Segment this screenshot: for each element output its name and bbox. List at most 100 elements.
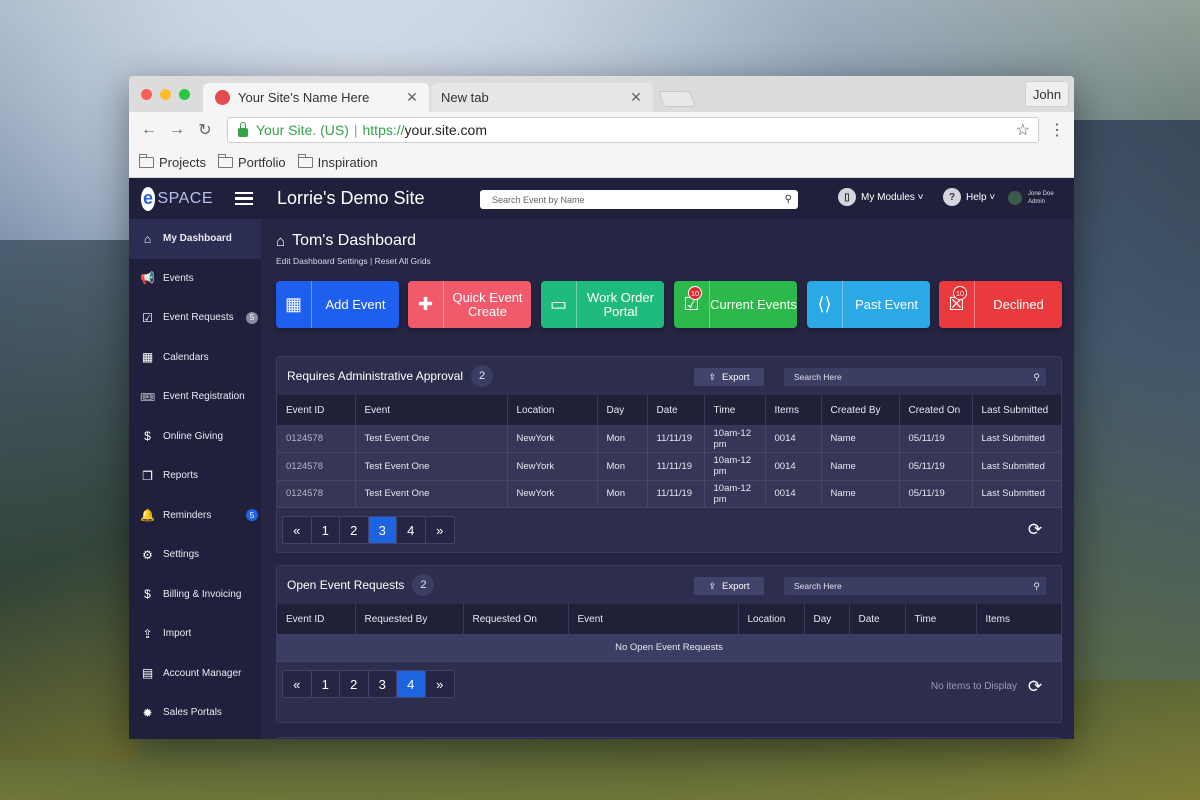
pager-prev-button[interactable]: « bbox=[283, 671, 312, 697]
sidebar-item-event-registration[interactable]: 🎟 Event Registration bbox=[129, 377, 261, 417]
open-requests-panel: Open Event Requests 2 ⇪ Export Search Her… bbox=[276, 565, 1062, 723]
sidebar-item-events[interactable]: 📢 Events bbox=[129, 259, 261, 299]
bookmark-star-icon[interactable]: ☆ bbox=[1016, 120, 1030, 140]
sidebar-item-settings[interactable]: ⚙ Settings bbox=[129, 535, 261, 575]
sidebar-item-event-requests[interactable]: ☑ Event Requests 5 bbox=[129, 298, 261, 338]
pager-page-button[interactable]: 3 bbox=[368, 517, 397, 543]
pager-page-button[interactable]: 1 bbox=[312, 517, 340, 543]
column-header[interactable]: Requested On bbox=[463, 604, 569, 634]
menu-kebab-icon[interactable]: ⋮ bbox=[1049, 120, 1065, 140]
pager-page-button[interactable]: 2 bbox=[340, 671, 369, 697]
user-menu[interactable]: Jone Doe Admin bbox=[1008, 190, 1054, 206]
sidebar-item-account-manager[interactable]: ▤ Account Manager bbox=[129, 654, 261, 694]
table-row[interactable]: 0124578 Test Event One NewYork Mon 11/11/19 1… bbox=[277, 452, 1062, 481]
column-header[interactable]: Event bbox=[568, 604, 739, 634]
bookmark-projects[interactable]: Projects bbox=[139, 154, 206, 170]
declined-button[interactable]: ☒ 10 Declined bbox=[939, 281, 1062, 328]
back-arrow-icon[interactable]: ← bbox=[137, 121, 161, 139]
column-header[interactable]: Requested By bbox=[355, 604, 464, 634]
table-header-row: Event ID Event Location Day Date Time Items Cre… bbox=[277, 395, 1062, 425]
past-event-button[interactable]: ⟨⟩ Past Event bbox=[807, 281, 930, 328]
export-button[interactable]: ⇪ Export bbox=[694, 368, 764, 386]
sidebar-item-my-dashboard[interactable]: ⌂ My Dashboard bbox=[129, 219, 261, 259]
column-header[interactable]: Items bbox=[976, 604, 1062, 634]
table-row[interactable]: 0124578 Test Event One NewYork Mon 11/11/19 1… bbox=[277, 425, 1062, 453]
dashboard-links[interactable]: Edit Dashboard Settings | Reset All Grid… bbox=[276, 256, 1062, 266]
count-badge: 5 bbox=[246, 311, 258, 324]
column-header[interactable]: Date bbox=[849, 604, 906, 634]
x-calendar-icon: ☒ 10 bbox=[939, 281, 975, 328]
column-header[interactable]: Event bbox=[355, 395, 508, 425]
tab-new[interactable]: New tab ✕ bbox=[431, 83, 653, 112]
sidebar-item-calendars[interactable]: ▦ Calendars bbox=[129, 338, 261, 378]
search-icon[interactable]: ⚲ bbox=[1033, 372, 1040, 383]
hamburger-menu-icon[interactable] bbox=[235, 191, 253, 206]
count-badge: 2 bbox=[471, 365, 494, 387]
pager-page-button[interactable]: 1 bbox=[312, 671, 340, 697]
column-header[interactable]: Location bbox=[507, 395, 598, 425]
sidebar-item-reports[interactable]: ❐ Reports bbox=[129, 456, 261, 496]
pager-prev-button[interactable]: « bbox=[283, 517, 312, 543]
bookmark-label: Projects bbox=[159, 155, 206, 170]
column-header[interactable]: Event ID bbox=[277, 395, 356, 425]
column-header[interactable]: Last Submitted bbox=[972, 395, 1062, 425]
refresh-icon[interactable]: ⟳ bbox=[1025, 520, 1045, 540]
pager-page-button[interactable]: 2 bbox=[340, 517, 369, 543]
tab-site[interactable]: Your Site's Name Here ✕ bbox=[203, 83, 429, 112]
work-order-portal-button[interactable]: ▭ Work Order Portal bbox=[541, 281, 664, 328]
column-header[interactable]: Location bbox=[738, 604, 805, 634]
column-header[interactable]: Time bbox=[704, 395, 766, 425]
sidebar-item-billing[interactable]: $ Billing & Invoicing bbox=[129, 575, 261, 615]
quick-event-create-button[interactable]: ✚ Quick Event Create bbox=[408, 281, 531, 328]
current-events-button[interactable]: ☑ 10 Current Events bbox=[674, 281, 797, 328]
pager-page-button[interactable]: 4 bbox=[397, 671, 426, 697]
search-icon[interactable]: ⚲ bbox=[785, 194, 792, 205]
pager-page-button[interactable]: 4 bbox=[397, 517, 426, 543]
column-header[interactable]: Day bbox=[804, 604, 850, 634]
pager-next-button[interactable]: » bbox=[426, 671, 455, 697]
column-header[interactable]: Time bbox=[905, 604, 977, 634]
bookmark-inspiration[interactable]: Inspiration bbox=[297, 154, 378, 170]
column-header[interactable]: Date bbox=[647, 395, 705, 425]
tab-title: New tab bbox=[441, 90, 489, 105]
export-button[interactable]: ⇪ Export bbox=[694, 577, 764, 595]
column-header[interactable]: Event ID bbox=[277, 604, 356, 634]
browser-toolbar: ← → ↻ Your Site. (US) | https:// your.si… bbox=[129, 112, 1074, 148]
sidebar-item-import[interactable]: ⇪ Import bbox=[129, 614, 261, 654]
sidebar-item-label: Event Requests bbox=[163, 312, 234, 324]
add-event-button[interactable]: ▦ Add Event bbox=[276, 281, 399, 328]
forward-arrow-icon[interactable]: → bbox=[165, 121, 189, 139]
pager-next-button[interactable]: » bbox=[426, 517, 455, 543]
sidebar-item-sales-portals[interactable]: ✹ Sales Portals bbox=[129, 693, 261, 733]
grid-search-input[interactable]: Search Here ⚲ bbox=[784, 577, 1046, 595]
minimize-window-button[interactable] bbox=[160, 89, 171, 100]
close-tab-icon[interactable]: ✕ bbox=[627, 89, 645, 106]
table-row[interactable]: 0124578 Test Event One NewYork Mon 11/11/19 1… bbox=[277, 480, 1062, 508]
sidebar-item-online-giving[interactable]: $ Online Giving bbox=[129, 417, 261, 457]
address-bar[interactable]: Your Site. (US) | https:// your.site.com… bbox=[227, 117, 1039, 143]
event-search-input[interactable]: Search Event by Name ⚲ bbox=[480, 190, 798, 209]
column-header[interactable]: Created By bbox=[821, 395, 900, 425]
open-requests-table: Event ID Requested By Requested On Event Loc… bbox=[277, 604, 1062, 662]
sidebar-item-reminders[interactable]: 🔔 Reminders 5 bbox=[129, 496, 261, 536]
profile-button[interactable]: John bbox=[1025, 81, 1069, 107]
refresh-icon[interactable]: ⟳ bbox=[1025, 677, 1045, 697]
bookmark-portfolio[interactable]: Portfolio bbox=[217, 154, 286, 170]
checkbox-calendar-icon: ☑ bbox=[142, 310, 153, 325]
espace-logo[interactable]: e SPACE bbox=[141, 186, 213, 212]
pager-page-button[interactable]: 3 bbox=[369, 671, 397, 697]
close-window-button[interactable] bbox=[141, 89, 152, 100]
maximize-window-button[interactable] bbox=[179, 89, 190, 100]
column-header[interactable]: Created On bbox=[899, 395, 973, 425]
grid-search-input[interactable]: Search Here ⚲ bbox=[784, 368, 1046, 386]
new-tab-button[interactable] bbox=[658, 91, 696, 107]
close-tab-icon[interactable]: ✕ bbox=[403, 89, 421, 106]
search-icon[interactable]: ⚲ bbox=[1033, 581, 1040, 592]
table-cell: 10am-12 pm bbox=[704, 425, 766, 453]
my-modules-menu[interactable]: ▯ My Modules ˅ bbox=[838, 188, 924, 206]
column-header[interactable]: Items bbox=[765, 395, 822, 425]
reload-icon[interactable]: ↻ bbox=[193, 120, 217, 140]
help-menu[interactable]: ? Help ˅ bbox=[943, 188, 995, 206]
column-header[interactable]: Day bbox=[597, 395, 648, 425]
document-icon: ▤ bbox=[141, 666, 154, 681]
